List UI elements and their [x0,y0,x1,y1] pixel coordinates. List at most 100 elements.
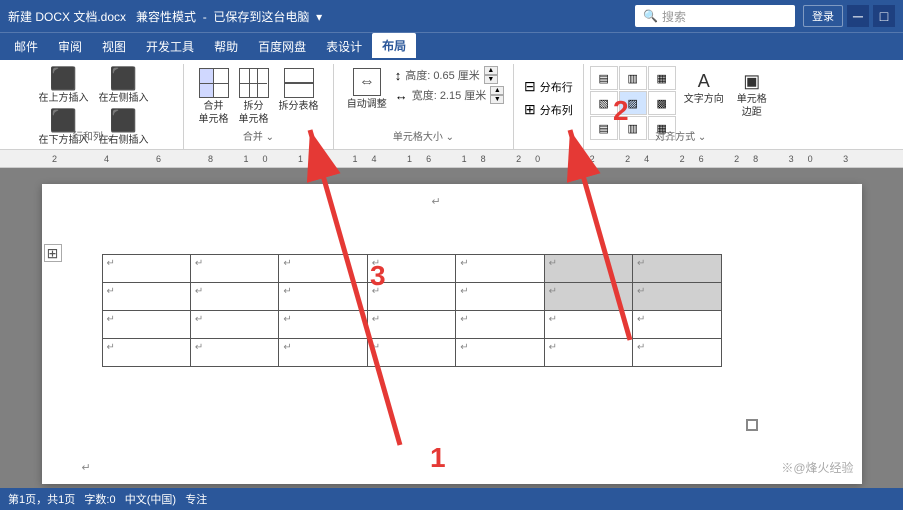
table-cell[interactable]: ↵ [279,283,367,311]
align-top-right-btn[interactable]: ▦ [648,66,676,90]
distribute-rows-label: 分布行 [540,79,573,95]
title-bar: 新建 DOCX 文档.docx 兼容性模式 - 已保存到这台电脑 ▾ 🔍 搜索 … [0,0,903,32]
title-bar-buttons: 登录 ─ □ [803,5,895,27]
table-cell[interactable]: ↵ [456,339,544,367]
table-cell[interactable]: ↵ [544,311,632,339]
cell-size-label: 单元格大小 ⌄ [334,126,513,146]
height-row: ↕ 高度: 0.65 厘米 ▲ ▼ [395,66,505,84]
merge-cells-button[interactable]: 合并单元格 [195,66,233,128]
table-row: ↵ ↵ ↵ ↵ ↵ ↵ ↵ [102,339,721,367]
search-box[interactable]: 🔍 搜索 [635,5,795,27]
table-cell[interactable]: ↵ [190,311,278,339]
menu-layout[interactable]: 布局 [372,33,416,60]
insert-above-button[interactable]: ⬛ 在上方插入 [35,66,93,107]
align-mid-center-btn[interactable]: ▨ [619,91,647,115]
table-cell[interactable]: ↵ [190,339,278,367]
insert-left-button[interactable]: ⬛ 在左侧插入 [95,66,153,107]
table-cell[interactable]: ↵ [102,339,190,367]
table-cell[interactable]: ↵ [633,255,721,283]
table-cell[interactable]: ↵ [279,255,367,283]
text-direction-icon: A [698,70,710,93]
table-cell[interactable]: ↵ [367,283,455,311]
table-cell[interactable]: ↵ [190,283,278,311]
distribute-rows-button[interactable]: ⊟ 分布行 [520,76,577,97]
menu-table-design[interactable]: 表设计 [316,34,372,59]
table-cell[interactable]: ↵ [456,311,544,339]
split-cells-label: 拆分单元格 [239,100,269,126]
login-button[interactable]: 登录 [803,5,843,27]
menu-mail[interactable]: 邮件 [4,34,48,59]
doc-title: 新建 DOCX 文档.docx 兼容性模式 - 已保存到这台电脑 ▾ [8,8,627,25]
menu-review[interactable]: 审阅 [48,34,92,59]
ribbon-group-merge: 合并单元格 拆分单元格 拆分表格 合并 ⌄ [184,64,334,149]
table-cell[interactable]: ↵ [367,339,455,367]
align-mid-left-btn[interactable]: ▧ [590,91,618,115]
text-direction-label: 文字方向 [684,93,724,106]
status-bar: 第1页，共1页 字数:0 中文(中国) 专注 [0,488,903,510]
table-move-handle[interactable]: ⊞ [44,244,62,262]
distribute-cols-label: 分布列 [540,102,573,118]
table-cell[interactable]: ↵ [633,283,721,311]
search-placeholder: 搜索 [662,8,686,25]
cell-size-fields: ↕ 高度: 0.65 厘米 ▲ ▼ ↔ 宽度: 2.15 厘米 ▲ ▼ [395,66,505,104]
menu-help[interactable]: 帮助 [204,34,248,59]
table-cell[interactable]: ↵ [367,311,455,339]
ruler: 2 4 6 8 10 12 14 16 18 20 22 24 26 28 30… [0,150,903,168]
height-down-button[interactable]: ▼ [484,75,498,84]
auto-adjust-label: 自动调整 [347,98,387,111]
align-top-center-btn[interactable]: ▥ [619,66,647,90]
watermark: ※@烽火经验 [781,459,853,476]
document-table: ↵ ↵ ↵ ↵ ↵ ↵ ↵ ↵ ↵ ↵ ↵ ↵ ↵ ↵ ↵ ↵ ↵ ↵ [102,254,722,367]
cell-margin-button[interactable]: ▣ 单元格边距 [732,68,772,121]
ribbon-group-distribute: ⊟ 分布行 ⊞ 分布列 [514,64,584,149]
auto-adjust-button[interactable]: ⇔ 自动调整 [343,66,391,113]
maximize-button[interactable]: □ [873,5,895,27]
table-cell[interactable]: ↵ [102,311,190,339]
para-mark-bottom: ↵ [82,460,91,474]
text-direction-button[interactable]: A 文字方向 [680,68,728,108]
doc-page: ↵ ⊞ ↵ ↵ ↵ ↵ ↵ ↵ ↵ ↵ ↵ ↵ ↵ ↵ ↵ ↵ [42,184,862,484]
height-up-button[interactable]: ▲ [484,66,498,75]
split-table-label: 拆分表格 [279,100,319,113]
insert-left-icon: ⬛ [110,68,137,90]
row-col-label: 行和列 ⌄ [4,126,183,146]
table-cell[interactable]: ↵ [190,255,278,283]
table-cell[interactable]: ↵ [456,255,544,283]
width-down-button[interactable]: ▼ [490,95,504,104]
width-up-button[interactable]: ▲ [490,86,504,95]
menu-view[interactable]: 视图 [92,34,136,59]
menu-devtools[interactable]: 开发工具 [136,34,204,59]
table-cell[interactable]: ↵ [367,255,455,283]
ribbon-group-align: ▤ ▥ ▦ ▧ ▨ ▩ ▤ ▥ ▦ A 文字方向 ▣ [584,64,778,149]
menu-baidu[interactable]: 百度网盘 [248,34,316,59]
height-icon: ↕ [395,68,402,83]
table-cell[interactable]: ↵ [456,283,544,311]
document-area: ↵ ⊞ ↵ ↵ ↵ ↵ ↵ ↵ ↵ ↵ ↵ ↵ ↵ ↵ ↵ ↵ [0,168,903,488]
table-resize-handle[interactable] [746,419,758,431]
table-cell[interactable]: ↵ [279,311,367,339]
distribute-buttons: ⊟ 分布行 ⊞ 分布列 [520,76,577,120]
width-label: 宽度: 2.15 厘米 [412,87,487,103]
distribute-label [514,141,583,146]
align-top-left-btn[interactable]: ▤ [590,66,618,90]
split-cells-button[interactable]: 拆分单元格 [235,66,273,128]
table-cell[interactable]: ↵ [544,339,632,367]
split-table-button[interactable]: 拆分表格 [275,66,323,115]
table-cell[interactable]: ↵ [544,283,632,311]
distribute-cols-button[interactable]: ⊞ 分布列 [520,99,577,120]
table-cell[interactable]: ↵ [279,339,367,367]
table-row: ↵ ↵ ↵ ↵ ↵ ↵ ↵ [102,283,721,311]
saved-status: 已保存到这台电脑 [213,10,309,24]
table-cell[interactable]: ↵ [102,255,190,283]
table-cell[interactable]: ↵ [633,311,721,339]
status-text: 第1页，共1页 字数:0 中文(中国) 专注 [8,491,207,507]
table-cell[interactable]: ↵ [633,339,721,367]
align-mid-right-btn[interactable]: ▩ [648,91,676,115]
merge-label: 合并 ⌄ [184,126,333,146]
insert-above-icon: ⬛ [50,68,77,90]
table-row: ↵ ↵ ↵ ↵ ↵ ↵ ↵ [102,311,721,339]
table-cell[interactable]: ↵ [102,283,190,311]
minimize-button[interactable]: ─ [847,5,869,27]
table-cell[interactable]: ↵ [544,255,632,283]
width-row: ↔ 宽度: 2.15 厘米 ▲ ▼ [395,86,505,104]
